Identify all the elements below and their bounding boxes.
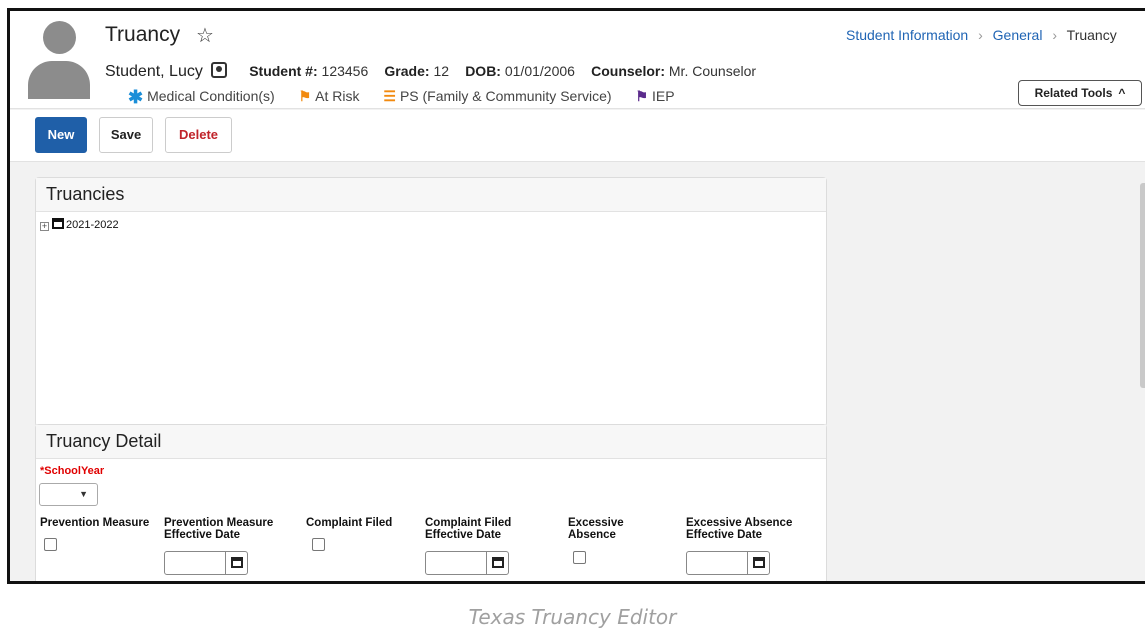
prevention-measure-label: Prevention Measure xyxy=(40,517,149,529)
save-button[interactable]: Save xyxy=(99,117,153,153)
excessive-absence-date-label: Excessive Absence Effective Date xyxy=(686,517,792,541)
calendar-icon xyxy=(52,218,64,229)
label-line-1: Excessive xyxy=(568,517,624,529)
tree-item-school-year[interactable]: +2021-2022 xyxy=(40,218,119,231)
avatar-body xyxy=(28,61,90,99)
expand-icon[interactable]: + xyxy=(40,222,49,231)
flag-icon: ⚑ xyxy=(635,88,648,104)
student-number: Student #: 123456 xyxy=(249,63,368,79)
truancy-detail-panel: Truancy Detail *SchoolYear ▼ Prevention … xyxy=(35,424,827,581)
complaint-filed-checkbox[interactable] xyxy=(312,538,325,551)
chevron-right-icon: › xyxy=(978,27,983,43)
school-year-label: *SchoolYear xyxy=(40,465,105,477)
avatar-head xyxy=(43,21,76,54)
delete-button[interactable]: Delete xyxy=(165,117,232,153)
truancies-panel: Truancies +2021-2022 xyxy=(35,177,827,427)
label-line-1: Prevention Measure xyxy=(164,517,274,529)
flag-label: Medical Condition(s) xyxy=(147,88,275,104)
chevron-right-icon: › xyxy=(1052,27,1058,43)
student-header: Truancy ☆ Student, Lucy Student #: 12345… xyxy=(10,11,1145,109)
counselor: Counselor: Mr. Counselor xyxy=(591,63,756,79)
label-line-2: Effective Date xyxy=(425,529,502,541)
counselor-label: Counselor: xyxy=(591,63,665,79)
flag-label: At Risk xyxy=(315,88,360,104)
scrollbar[interactable] xyxy=(1140,183,1145,388)
label-line-2: Effective Date xyxy=(164,529,241,541)
related-tools-label: Related Tools xyxy=(1034,86,1113,100)
calendar-icon xyxy=(753,557,765,568)
star-icon[interactable]: ☆ xyxy=(196,23,214,48)
list-icon: ☰ xyxy=(383,88,396,104)
contact-card-icon[interactable] xyxy=(211,62,228,78)
label-line-1: Complaint Filed xyxy=(425,517,512,529)
dob-label: DOB: xyxy=(465,63,501,79)
complaint-filed-label: Complaint Filed xyxy=(306,517,392,529)
calendar-button[interactable] xyxy=(486,552,508,574)
figure-caption: Texas Truancy Editor xyxy=(468,605,677,629)
excessive-absence-checkbox[interactable] xyxy=(573,551,586,564)
calendar-button[interactable] xyxy=(747,552,769,574)
app-frame: Truancy ☆ Student, Lucy Student #: 12345… xyxy=(7,8,1145,584)
flag-at-risk[interactable]: ⚑ At Risk xyxy=(299,88,360,105)
asterisk-icon: ✱ xyxy=(128,87,144,107)
label-line-1: Excessive Absence xyxy=(686,517,793,529)
complaint-filed-label-text: Complaint Filed xyxy=(306,517,393,529)
student-info: Student, Lucy Student #: 123456 Grade: 1… xyxy=(105,62,756,81)
avatar xyxy=(28,21,90,99)
truancies-title: Truancies xyxy=(36,178,826,212)
flag-medical[interactable]: ✱ Medical Condition(s) xyxy=(128,87,275,108)
calendar-icon xyxy=(492,557,504,568)
chevron-up-icon: ^ xyxy=(1118,86,1126,100)
excessive-absence-date-input[interactable] xyxy=(686,551,770,575)
flag-label: PS (Family & Community Service) xyxy=(399,88,612,104)
prevention-measure-date-label: Prevention Measure Effective Date xyxy=(164,517,273,541)
label-line-2: Effective Date xyxy=(686,529,763,541)
dob-value: 01/01/2006 xyxy=(504,63,575,79)
truancy-detail-title: Truancy Detail xyxy=(36,425,826,459)
related-tools-button[interactable]: Related Tools ^ xyxy=(1018,80,1142,106)
calendar-button[interactable] xyxy=(225,552,247,574)
school-year-select[interactable]: ▼ xyxy=(39,483,98,506)
action-toolbar: New Save Delete xyxy=(10,110,1145,162)
student-flags: ✱ Medical Condition(s) ⚑ At Risk ☰ PS (Fami… xyxy=(128,87,695,108)
breadcrumb-student-information[interactable]: Student Information xyxy=(846,27,968,43)
grade: Grade: 12 xyxy=(384,63,449,79)
flag-icon: ⚑ xyxy=(298,88,312,104)
dropdown-arrow-icon: ▼ xyxy=(79,489,88,499)
tree-item-label: 2021-2022 xyxy=(66,219,119,231)
prevention-measure-date-input[interactable] xyxy=(164,551,248,575)
counselor-value: Mr. Counselor xyxy=(668,63,757,79)
label-line-2: Absence xyxy=(568,529,616,541)
page-title: Truancy xyxy=(105,23,181,46)
breadcrumb-current: Truancy xyxy=(1066,27,1117,43)
complaint-filed-date-label: Complaint Filed Effective Date xyxy=(425,517,511,541)
breadcrumb: Student Information › General › Truancy xyxy=(846,27,1117,43)
grade-value: 12 xyxy=(433,63,450,79)
new-button[interactable]: New xyxy=(35,117,87,153)
breadcrumb-general[interactable]: General xyxy=(993,27,1043,43)
dob: DOB: 01/01/2006 xyxy=(465,63,575,79)
calendar-icon xyxy=(231,557,243,568)
flag-iep[interactable]: ⚑ IEP xyxy=(635,88,674,105)
student-number-value: 123456 xyxy=(321,63,369,79)
student-name: Student, Lucy xyxy=(105,63,203,80)
complaint-filed-date-input[interactable] xyxy=(425,551,509,575)
excessive-absence-label: Excessive Absence xyxy=(568,517,624,541)
grade-label: Grade: xyxy=(384,63,430,79)
prevention-measure-label-text: Prevention Measure xyxy=(40,517,150,529)
flag-label: IEP xyxy=(652,88,675,104)
student-number-label: Student #: xyxy=(249,63,318,79)
flag-ps[interactable]: ☰ PS (Family & Community Service) xyxy=(383,88,611,105)
prevention-measure-checkbox[interactable] xyxy=(44,538,57,551)
